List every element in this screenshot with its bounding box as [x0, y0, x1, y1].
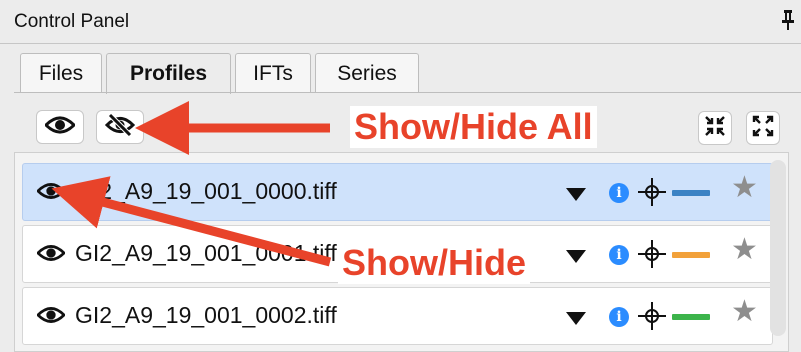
- star-icon[interactable]: ★: [731, 235, 758, 265]
- profile-row[interactable]: GI2_A9_19_001_0000.tiff i ★: [22, 163, 773, 221]
- star-icon[interactable]: ★: [731, 297, 758, 327]
- caret-down-icon[interactable]: [566, 312, 586, 330]
- line-color-swatch[interactable]: [672, 190, 710, 196]
- caret-down-icon[interactable]: [566, 250, 586, 268]
- tab-divider: [14, 92, 801, 93]
- profile-filename: GI2_A9_19_001_0001.tiff: [75, 240, 337, 266]
- profile-row[interactable]: GI2_A9_19_001_0002.tiff i ★: [22, 287, 773, 345]
- line-color-swatch[interactable]: [672, 252, 710, 258]
- eye-icon[interactable]: [35, 243, 67, 268]
- move-icon[interactable]: [638, 302, 666, 335]
- show-all-button[interactable]: [36, 110, 84, 144]
- panel-title: Control Panel: [14, 11, 130, 32]
- control-panel-titlebar: Control Panel: [0, 0, 801, 44]
- line-color-swatch[interactable]: [672, 314, 710, 320]
- tab-files[interactable]: Files: [20, 53, 102, 93]
- vertical-scrollbar[interactable]: [770, 160, 786, 336]
- annotation-show-hide-all: Show/Hide All: [350, 106, 597, 148]
- annotation-show-hide: Show/Hide: [338, 242, 531, 284]
- profile-filename: GI2_A9_19_001_0002.tiff: [75, 302, 337, 328]
- hide-all-button[interactable]: [96, 110, 144, 144]
- eye-icon: [43, 115, 77, 140]
- tab-series-label: Series: [337, 61, 397, 85]
- tab-ifts-label: IFTs: [253, 61, 293, 85]
- expand-icon: [752, 115, 774, 142]
- tab-profiles[interactable]: Profiles: [106, 53, 231, 94]
- info-icon[interactable]: i: [609, 183, 629, 203]
- pin-icon[interactable]: [781, 9, 795, 36]
- profile-filename: GI2_A9_19_001_0000.tiff: [75, 178, 337, 204]
- star-icon[interactable]: ★: [731, 173, 758, 203]
- collapse-all-button[interactable]: [698, 111, 732, 145]
- tab-files-label: Files: [38, 61, 84, 85]
- info-icon[interactable]: i: [609, 245, 629, 265]
- eye-icon[interactable]: [35, 305, 67, 330]
- move-icon[interactable]: [638, 240, 666, 273]
- tab-profiles-label: Profiles: [129, 62, 208, 85]
- caret-down-icon[interactable]: [566, 188, 586, 206]
- move-icon[interactable]: [638, 178, 666, 211]
- tab-ifts[interactable]: IFTs: [235, 53, 311, 93]
- collapse-icon: [704, 115, 726, 142]
- expand-all-button[interactable]: [746, 111, 780, 145]
- info-icon[interactable]: i: [609, 307, 629, 327]
- eye-icon[interactable]: [35, 181, 67, 206]
- tab-series[interactable]: Series: [315, 53, 419, 93]
- eye-slash-icon: [104, 112, 136, 142]
